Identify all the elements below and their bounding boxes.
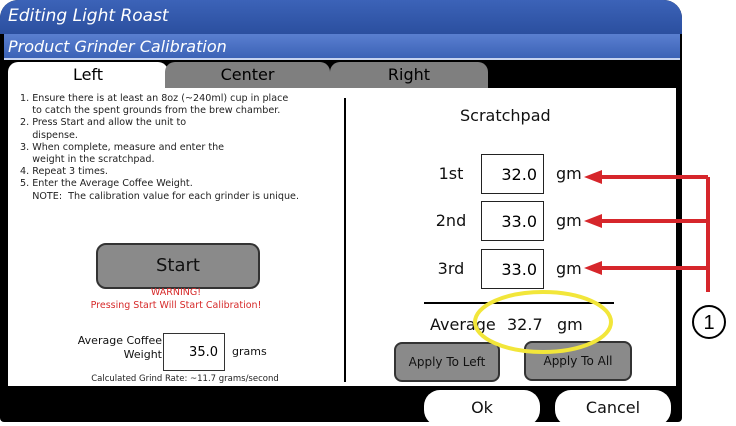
average-highlight-ellipse (473, 290, 613, 354)
callout-arrows (600, 175, 710, 292)
arrowheads (584, 170, 602, 275)
annotation-overlay: 1 (473, 170, 726, 354)
callout-number: 1 (703, 312, 714, 334)
